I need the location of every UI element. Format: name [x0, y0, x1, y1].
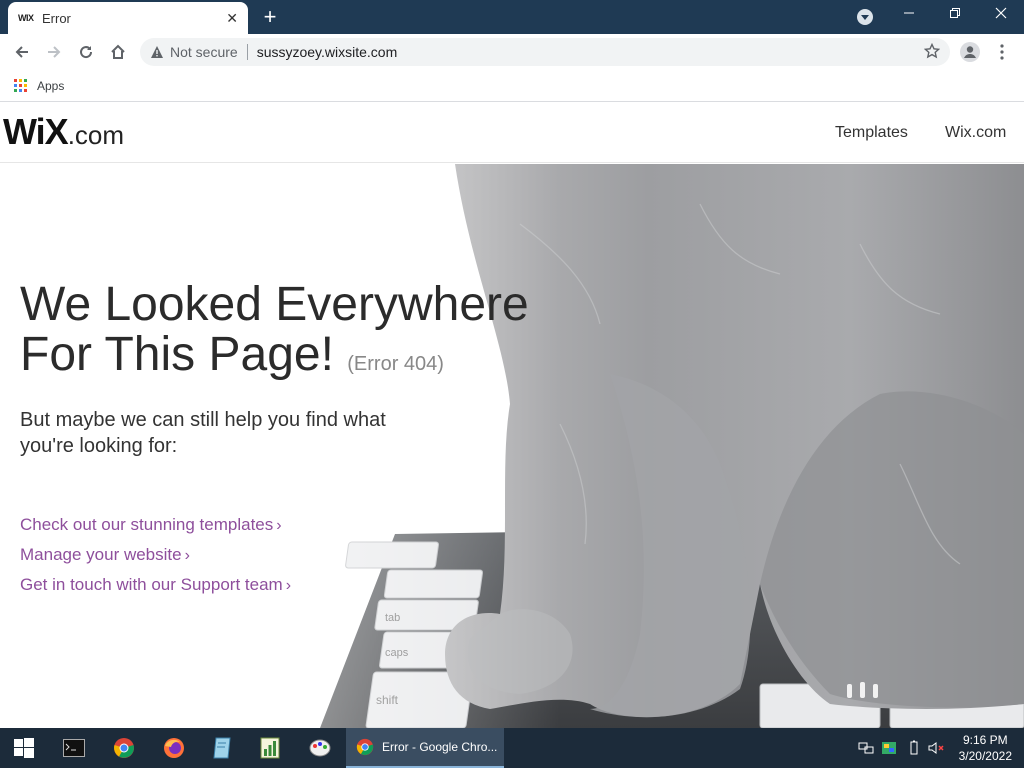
volume-muted-icon[interactable] [928, 740, 944, 756]
profile-icon[interactable] [956, 38, 984, 66]
wix-logo-main: WiX [3, 111, 69, 152]
omnibox-separator [246, 44, 248, 60]
wix-logo-suffix: .com [67, 120, 125, 150]
bookmarks-bar: Apps [0, 70, 1024, 102]
clock-time: 9:16 PM [962, 733, 1008, 747]
templates-link[interactable]: Check out our stunning templates › [20, 515, 282, 535]
firefox-icon[interactable] [160, 734, 188, 762]
browser-toolbar: Not secure sussyzoey.wixsite.com [0, 34, 1024, 70]
error-heading-line2: For This Page! [20, 328, 334, 381]
security-label[interactable]: Not secure [170, 44, 238, 60]
support-link-label[interactable]: Get in touch with our Support team [20, 575, 283, 594]
error-code: (Error 404) [347, 353, 444, 375]
apps-icon[interactable] [14, 79, 27, 92]
minimize-button[interactable] [886, 0, 932, 30]
tab-search-icon[interactable] [857, 9, 873, 25]
display-icon[interactable] [881, 740, 897, 756]
chevron-right-icon: › [276, 517, 282, 534]
templates-link-label[interactable]: Check out our stunning templates [20, 515, 273, 534]
forward-icon[interactable] [40, 38, 68, 66]
support-link[interactable]: Get in touch with our Support team › [20, 575, 291, 595]
battery-icon[interactable] [906, 740, 922, 756]
nav-templates[interactable]: Templates [835, 124, 908, 142]
wix-favicon-icon: WIX [18, 13, 34, 23]
chart-app-icon[interactable] [256, 734, 284, 762]
site-header: WiX.com Templates Wix.com [0, 103, 1024, 163]
windows-start-icon[interactable] [10, 734, 38, 762]
taskbar-window-title: Error - Google Chro... [382, 740, 498, 754]
chevron-right-icon: › [184, 547, 190, 564]
network-icon[interactable] [858, 740, 874, 756]
tab-title: Error [42, 10, 71, 26]
taskbar-chrome-window[interactable]: Error - Google Chro... [346, 728, 504, 768]
manage-website-link[interactable]: Manage your website › [20, 545, 190, 565]
chrome-icon[interactable] [110, 734, 138, 762]
home-icon[interactable] [104, 38, 132, 66]
clock-date: 3/20/2022 [958, 749, 1012, 763]
wix-logo[interactable]: WiX.com [3, 111, 124, 153]
warning-icon[interactable] [150, 45, 164, 59]
error-hero: tab caps shift We Looked Everywhere For … [0, 164, 1024, 728]
restore-button[interactable] [932, 0, 978, 30]
new-tab-button[interactable]: + [258, 5, 282, 29]
tab-close-icon[interactable]: ✕ [226, 10, 238, 27]
browser-titlebar: WIX Error ✕ + [0, 0, 1024, 34]
paint-icon[interactable] [306, 734, 334, 762]
reload-icon[interactable] [72, 38, 100, 66]
back-icon[interactable] [8, 38, 36, 66]
system-clock[interactable]: 9:16 PM 3/20/2022 [959, 732, 1012, 764]
chrome-icon [356, 738, 374, 756]
nav-wix-com[interactable]: Wix.com [945, 124, 1006, 142]
error-heading: We Looked Everywhere For This Page! (Err… [20, 280, 529, 389]
url-text[interactable]: sussyzoey.wixsite.com [257, 44, 398, 60]
notepad-icon[interactable] [208, 734, 236, 762]
apps-bookmark[interactable]: Apps [37, 79, 64, 93]
windows-taskbar: Error - Google Chro... 9:16 PM 3/20/2022 [0, 728, 1024, 768]
close-window-button[interactable] [978, 0, 1024, 30]
address-bar[interactable]: Not secure sussyzoey.wixsite.com [140, 38, 950, 66]
menu-icon[interactable] [988, 38, 1016, 66]
chevron-right-icon: › [285, 577, 292, 594]
star-icon[interactable] [924, 43, 940, 59]
browser-tab[interactable]: WIX Error ✕ [8, 2, 248, 34]
terminal-icon[interactable] [60, 734, 88, 762]
manage-website-link-label[interactable]: Manage your website [20, 545, 182, 564]
error-heading-line1: We Looked Everywhere [20, 278, 529, 331]
error-subtext: But maybe we can still help you find wha… [20, 409, 386, 457]
